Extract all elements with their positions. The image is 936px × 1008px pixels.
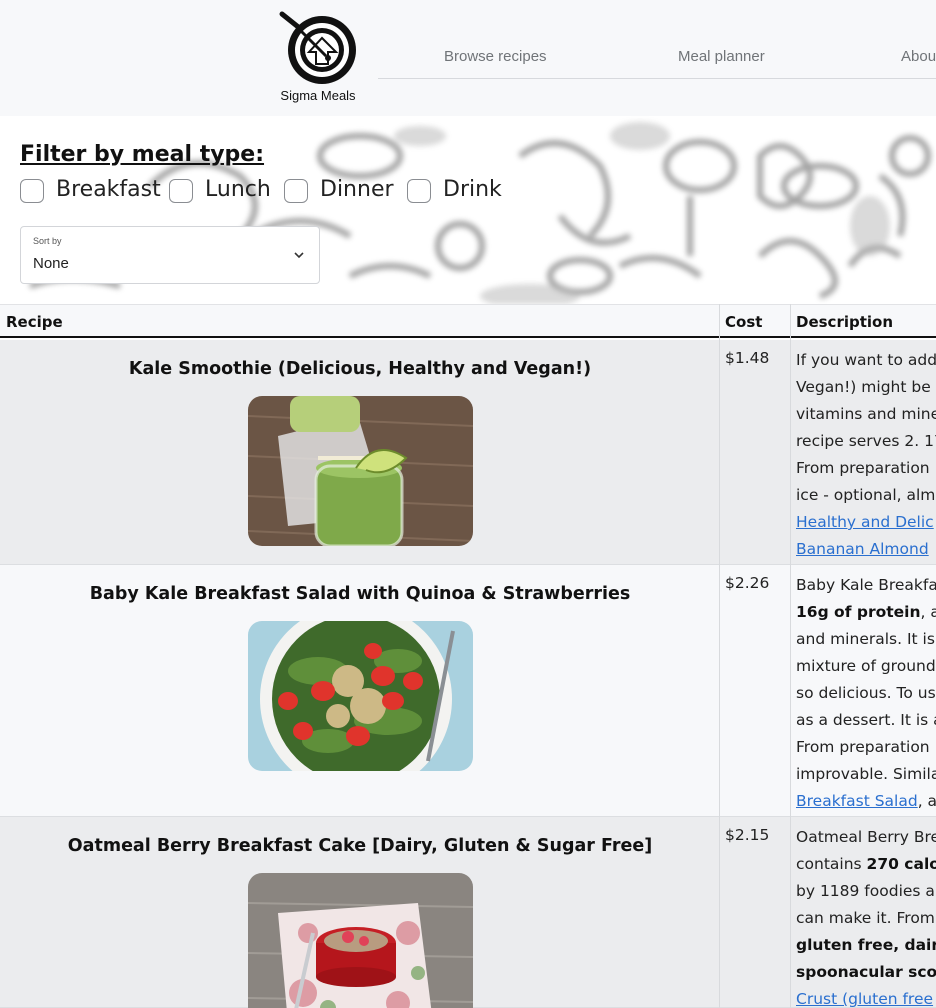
table-row: Baby Kale Breakfast Salad with Quinoa & … (0, 565, 936, 817)
recipe-cost: $2.15 (725, 826, 770, 844)
chevron-down-icon (294, 252, 304, 259)
column-divider (719, 304, 720, 1008)
desc-line: by 1189 foodies a (796, 882, 935, 900)
desc-line: Baby Kale Breakfa (796, 576, 936, 594)
filter-breakfast-label: Breakfast (56, 177, 161, 202)
salad-photo (248, 621, 473, 771)
desc-line: contains 270 calo (796, 851, 936, 878)
similar-recipe-link[interactable]: Breakfast Salad (796, 792, 918, 810)
recipe-description: If you want to add Vegan!) might be vita… (796, 347, 936, 563)
recipe-description: Baby Kale Breakfa 16g of protein, a and … (796, 572, 936, 815)
header-cost[interactable]: Cost (725, 313, 762, 331)
recipe-title[interactable]: Baby Kale Breakfast Salad with Quinoa & … (0, 584, 720, 604)
desc-line: recipe serves 2. 17 (796, 432, 936, 450)
sort-value: None (33, 255, 69, 272)
brand-name: Sigma Meals (280, 88, 356, 103)
filter-banner: Filter by meal type: Breakfast Lunch Din… (0, 116, 936, 304)
sort-select[interactable]: Sort by None (20, 226, 320, 284)
table-row: Kale Smoothie (Delicious, Healthy and Ve… (0, 340, 936, 565)
oatmeal-cake-photo (248, 873, 473, 1008)
desc-line: and minerals. It is (796, 630, 935, 648)
desc-line: 16g of protein, a (796, 599, 936, 626)
desc-bold: spoonacular sco (796, 963, 936, 981)
desc-line: vitamins and mine (796, 405, 936, 423)
desc-line: Vegan!) might be (796, 378, 931, 396)
filter-title: Filter by meal type: (20, 142, 265, 167)
recipes-table: Recipe Cost Description Kale Smoothie (D… (0, 304, 936, 1008)
desc-line: From preparation (796, 738, 930, 756)
logo-pan-icon (279, 11, 356, 84)
filter-dinner-label: Dinner (320, 177, 394, 202)
filter-lunch-label: Lunch (205, 177, 271, 202)
desc-bold: 270 calo (866, 855, 936, 873)
desc-text: contains (796, 855, 867, 873)
recipe-image-kale-salad[interactable] (248, 621, 473, 771)
desc-line: as a dessert. It is a (796, 711, 936, 729)
similar-recipe-link[interactable]: Crust (gluten free (796, 990, 933, 1008)
table-header: Recipe Cost Description (0, 304, 936, 338)
recipe-image-oatmeal-cake[interactable] (248, 873, 473, 1008)
header-recipe[interactable]: Recipe (6, 313, 63, 331)
main-nav: Browse recipes Meal planner About (378, 40, 936, 79)
filter-drink-label: Drink (443, 177, 502, 202)
recipe-description: Oatmeal Berry Bre contains 270 calo by 1… (796, 824, 936, 1008)
smoothie-photo (248, 396, 473, 546)
desc-line: If you want to add (796, 351, 936, 369)
brand-logo[interactable]: Sigma Meals (268, 10, 368, 106)
similar-recipe-link[interactable]: Bananan Almond (796, 540, 929, 558)
recipe-cost: $1.48 (725, 349, 770, 367)
desc-line: Breakfast Salad, an (796, 788, 936, 815)
lunch-checkbox[interactable] (169, 179, 193, 203)
nav-browse-recipes[interactable]: Browse recipes (444, 48, 547, 65)
recipe-image-kale-smoothie[interactable] (248, 396, 473, 546)
recipe-title[interactable]: Kale Smoothie (Delicious, Healthy and Ve… (0, 359, 720, 379)
desc-bold: 16g of protein (796, 603, 921, 621)
table-row: Oatmeal Berry Breakfast Cake [Dairy, Glu… (0, 817, 936, 1008)
desc-bold: gluten free, dair (796, 936, 936, 954)
nav-about[interactable]: About (901, 48, 936, 65)
breakfast-checkbox[interactable] (20, 179, 44, 203)
nav-meal-planner[interactable]: Meal planner (678, 48, 765, 65)
desc-line: From preparation (796, 459, 930, 477)
desc-line: so delicious. To us (796, 684, 936, 702)
sort-label: Sort by (33, 236, 62, 246)
similar-recipe-link[interactable]: Healthy and Delic (796, 513, 934, 531)
recipe-cost: $2.26 (725, 574, 770, 592)
desc-text: , an (917, 792, 936, 810)
desc-line: mixture of ground (796, 657, 936, 675)
desc-line: ice - optional, alm (796, 486, 936, 504)
drink-checkbox[interactable] (407, 179, 431, 203)
desc-line: Oatmeal Berry Bre (796, 828, 936, 846)
site-header: Sigma Meals Browse recipes Meal planner … (0, 0, 936, 116)
recipe-title[interactable]: Oatmeal Berry Breakfast Cake [Dairy, Glu… (0, 836, 720, 856)
header-description[interactable]: Description (796, 313, 893, 331)
desc-line: can make it. From (796, 909, 935, 927)
desc-line: spoonacular sco (796, 959, 936, 986)
dinner-checkbox[interactable] (284, 179, 308, 203)
column-divider (790, 304, 791, 1008)
desc-line: gluten free, dair (796, 932, 936, 959)
desc-text: , a (920, 603, 936, 621)
desc-line: improvable. Simila (796, 765, 936, 783)
